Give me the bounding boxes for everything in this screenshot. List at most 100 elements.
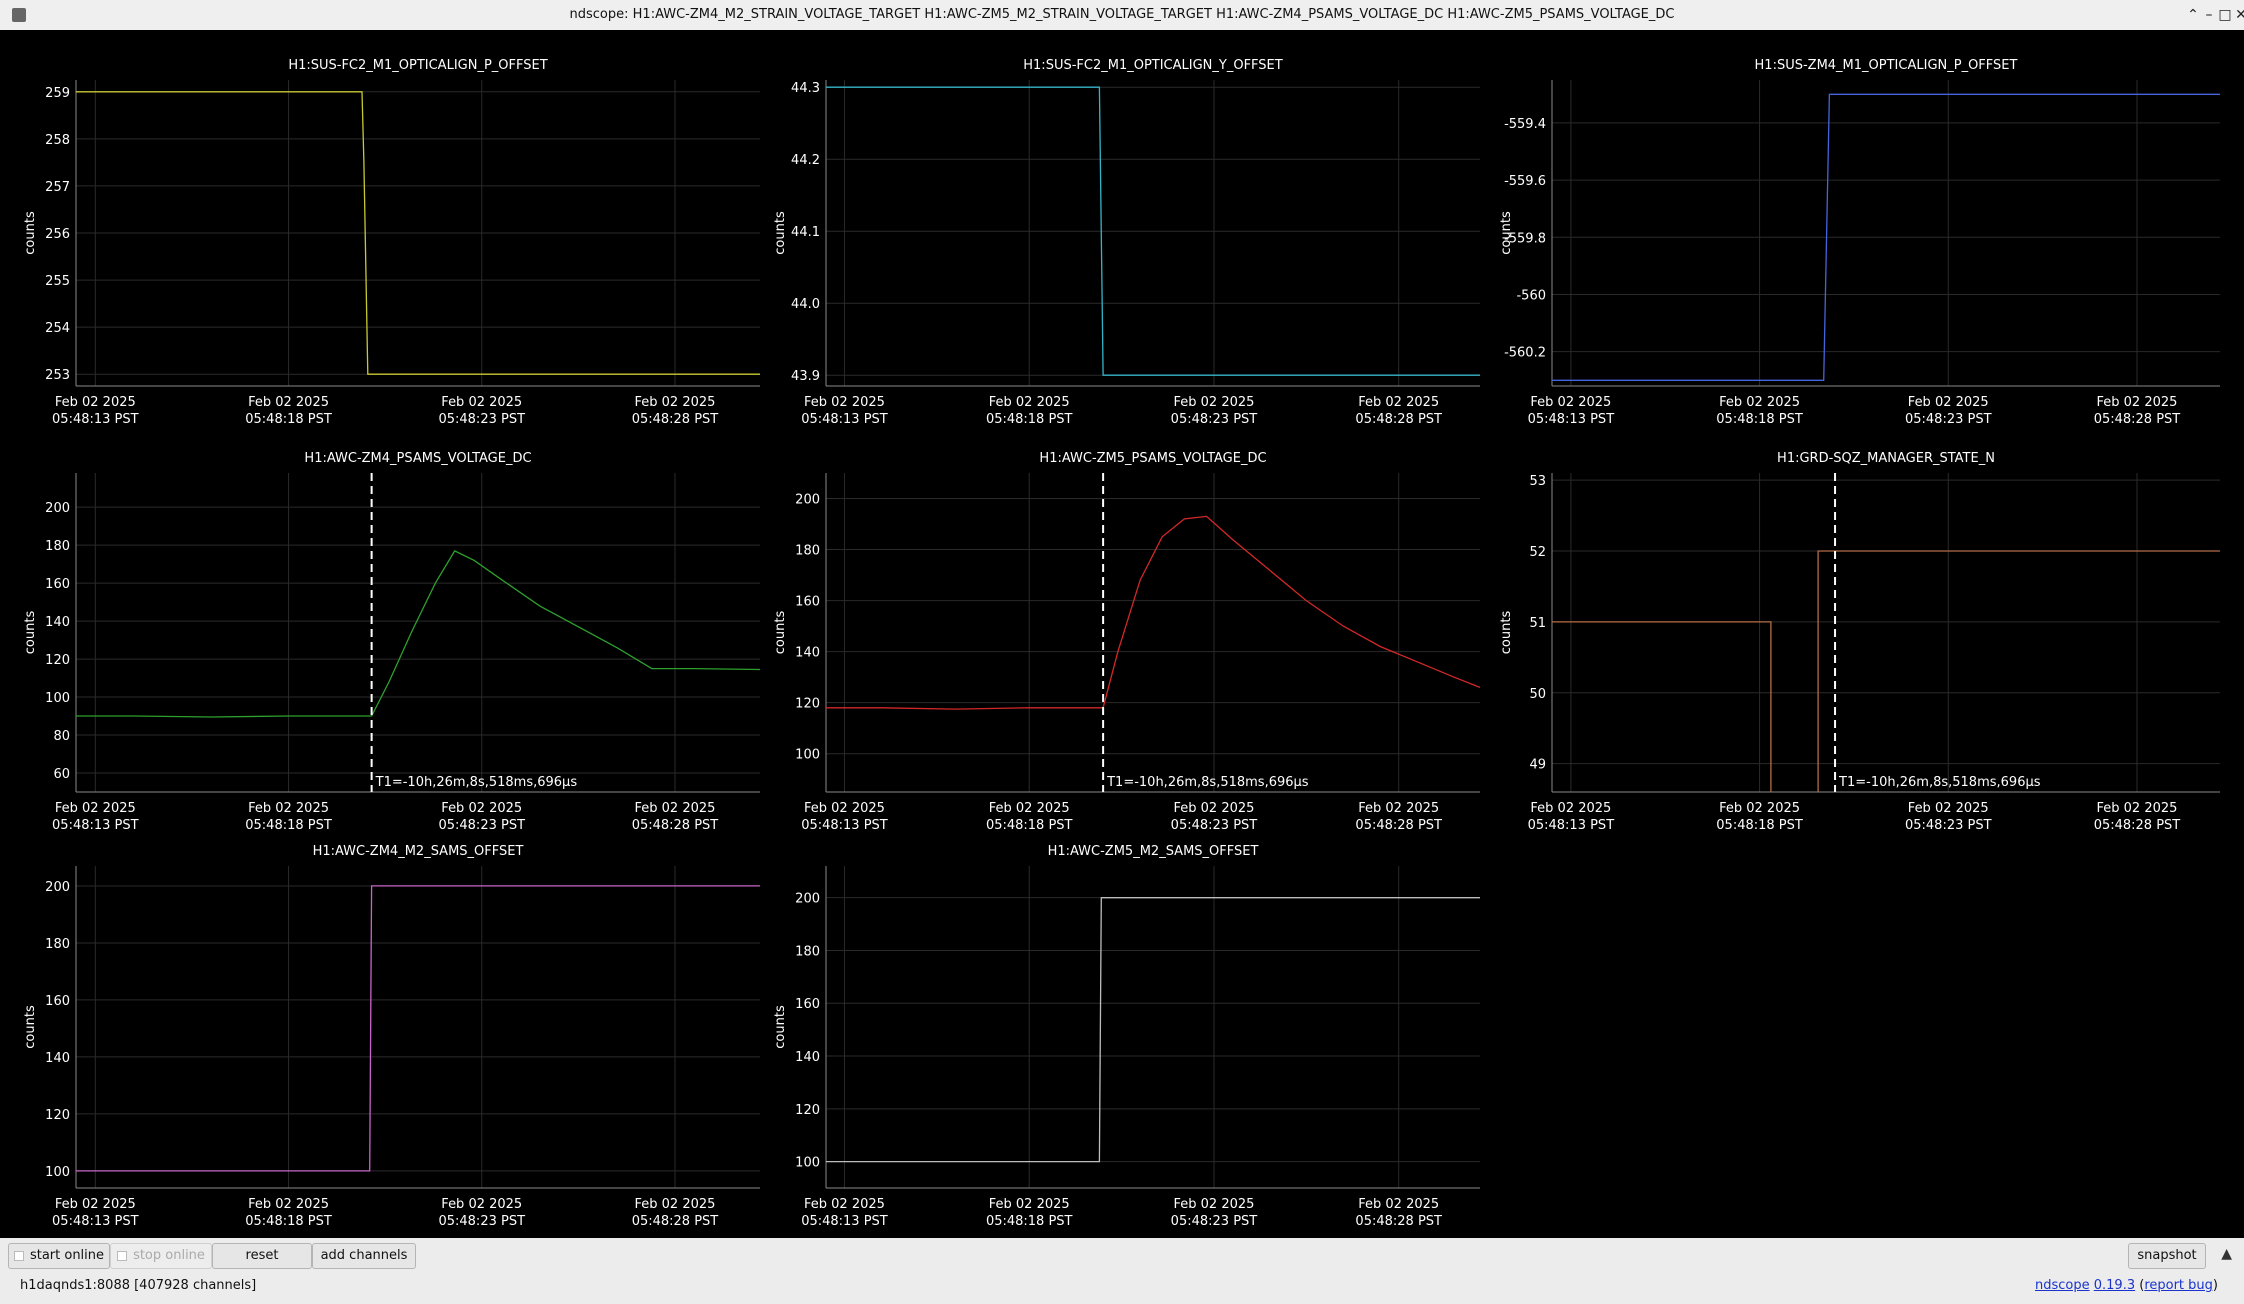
- plot-title: H1:GRD-SQZ_MANAGER_STATE_N: [1777, 451, 1995, 466]
- y-axis-label: counts: [23, 211, 38, 255]
- x-tick-date: Feb 02 2025: [1530, 395, 1611, 410]
- x-tick-date: Feb 02 2025: [1908, 801, 1989, 816]
- x-tick-date: Feb 02 2025: [989, 801, 1070, 816]
- cursor-label: T1=-10h,26m,8s,518ms,696μs: [1838, 775, 2041, 790]
- window-titlebar: ndscope: H1:AWC-ZM4_M2_STRAIN_VOLTAGE_TA…: [0, 0, 2244, 30]
- plot-panel[interactable]: H1:AWC-ZM5_M2_SAMS_OFFSET 100 120 140 160 180…: [773, 844, 1480, 1229]
- collapse-icon[interactable]: ▲: [2221, 1246, 2232, 1262]
- series-line: [76, 885, 760, 1172]
- plot-title: H1:AWC-ZM4_M2_SAMS_OFFSET: [313, 844, 524, 859]
- y-tick-label: 140: [795, 646, 820, 661]
- y-tick-label: 44.2: [791, 153, 820, 168]
- y-tick-label: 120: [795, 1103, 820, 1118]
- stop-online-button[interactable]: stop online: [110, 1243, 212, 1269]
- y-tick-label: 80: [53, 729, 70, 744]
- x-tick-time: 05:48:18 PST: [1716, 818, 1803, 833]
- plot-title: H1:SUS-ZM4_M1_OPTICALIGN_P_OFFSET: [1755, 58, 2018, 73]
- plot-panel[interactable]: H1:SUS-FC2_M1_OPTICALIGN_P_OFFSET 253 254 2…: [23, 58, 760, 427]
- y-tick-label: 100: [795, 748, 820, 763]
- x-tick-date: Feb 02 2025: [1719, 395, 1800, 410]
- plot-area[interactable]: H1:SUS-FC2_M1_OPTICALIGN_P_OFFSET 253 254 2…: [8, 30, 2236, 1238]
- x-tick-date: Feb 02 2025: [1358, 395, 1439, 410]
- plot-title: H1:AWC-ZM4_PSAMS_VOLTAGE_DC: [304, 451, 531, 466]
- x-tick-time: 05:48:13 PST: [1528, 412, 1615, 427]
- y-tick-label: 160: [45, 994, 70, 1009]
- x-tick-time: 05:48:18 PST: [986, 818, 1073, 833]
- y-tick-label: 140: [45, 615, 70, 630]
- y-tick-label: -559.6: [1504, 174, 1546, 189]
- window-close-button[interactable]: ✕: [2232, 6, 2244, 24]
- x-tick-time: 05:48:13 PST: [52, 818, 139, 833]
- x-tick-date: Feb 02 2025: [635, 1197, 716, 1212]
- plot-grid[interactable]: H1:SUS-FC2_M1_OPTICALIGN_P_OFFSET 253 254 2…: [8, 30, 2236, 1238]
- x-tick-time: 05:48:23 PST: [438, 1214, 525, 1229]
- y-tick-label: 257: [45, 180, 70, 195]
- y-tick-label: 258: [45, 133, 70, 148]
- plot-panel[interactable]: H1:SUS-FC2_M1_OPTICALIGN_Y_OFFSET 43.9 44.…: [773, 58, 1480, 427]
- x-tick-time: 05:48:13 PST: [52, 1214, 139, 1229]
- series-line: [1817, 550, 2220, 792]
- x-tick-time: 05:48:13 PST: [801, 1214, 888, 1229]
- y-tick-label: 140: [795, 1050, 820, 1065]
- series-line: [1552, 621, 1772, 792]
- x-tick-date: Feb 02 2025: [635, 801, 716, 816]
- x-tick-date: Feb 02 2025: [441, 801, 522, 816]
- y-tick-label: 120: [45, 653, 70, 668]
- y-tick-label: 160: [45, 577, 70, 592]
- y-tick-label: 255: [45, 274, 70, 289]
- plot-panel[interactable]: H1:AWC-ZM4_M2_SAMS_OFFSET 100 120 140 160 180…: [23, 844, 760, 1229]
- plot-panel[interactable]: H1:AWC-ZM4_PSAMS_VOLTAGE_DC 60 80 100 120 140…: [23, 451, 761, 833]
- window-title: ndscope: H1:AWC-ZM4_M2_STRAIN_VOLTAGE_TA…: [569, 7, 1675, 22]
- x-tick-date: Feb 02 2025: [989, 395, 1070, 410]
- y-tick-label: 43.9: [791, 369, 820, 384]
- version-link[interactable]: 0.19.3: [2094, 1278, 2135, 1293]
- report-bug-link[interactable]: report bug: [2144, 1278, 2213, 1293]
- x-tick-date: Feb 02 2025: [804, 1197, 885, 1212]
- x-tick-date: Feb 02 2025: [1358, 1197, 1439, 1212]
- x-tick-time: 05:48:18 PST: [986, 412, 1073, 427]
- y-tick-label: 259: [45, 86, 70, 101]
- y-tick-label: 120: [795, 697, 820, 712]
- snapshot-button[interactable]: snapshot: [2128, 1243, 2206, 1269]
- plot-panel[interactable]: H1:GRD-SQZ_MANAGER_STATE_N 49 50 51 52 53 Feb …: [1499, 451, 2220, 833]
- x-tick-time: 05:48:23 PST: [438, 818, 525, 833]
- y-tick-label: 180: [795, 544, 820, 559]
- ndscope-link[interactable]: ndscope: [2035, 1278, 2090, 1293]
- plot-panel[interactable]: H1:AWC-ZM5_PSAMS_VOLTAGE_DC 100 120 140 160 1…: [773, 451, 1481, 833]
- x-tick-date: Feb 02 2025: [989, 1197, 1070, 1212]
- x-tick-date: Feb 02 2025: [1358, 801, 1439, 816]
- y-tick-label: 140: [45, 1051, 70, 1066]
- y-tick-label: 200: [45, 880, 70, 895]
- add-channels-button[interactable]: add channels: [312, 1243, 416, 1269]
- x-tick-time: 05:48:23 PST: [438, 412, 525, 427]
- y-axis-label: counts: [23, 611, 38, 655]
- y-tick-label: 180: [45, 539, 70, 554]
- x-tick-time: 05:48:18 PST: [245, 412, 332, 427]
- series-line: [826, 515, 1481, 710]
- x-tick-date: Feb 02 2025: [441, 1197, 522, 1212]
- y-axis-label: counts: [773, 1005, 788, 1049]
- y-tick-label: 120: [45, 1108, 70, 1123]
- y-tick-label: 100: [45, 691, 70, 706]
- plot-panel[interactable]: H1:SUS-ZM4_M1_OPTICALIGN_P_OFFSET -560.2 -…: [1499, 58, 2220, 427]
- y-tick-label: 53: [1529, 474, 1546, 489]
- x-tick-time: 05:48:28 PST: [1355, 412, 1442, 427]
- x-tick-time: 05:48:28 PST: [2094, 818, 2181, 833]
- start-online-button[interactable]: start online: [8, 1243, 110, 1269]
- y-tick-label: 253: [45, 368, 70, 383]
- x-tick-time: 05:48:23 PST: [1171, 412, 1258, 427]
- version-info: ndscope 0.19.3 (report bug): [2034, 1278, 2218, 1293]
- y-axis-label: counts: [23, 1005, 38, 1049]
- x-tick-date: Feb 02 2025: [804, 395, 885, 410]
- reset-button[interactable]: reset: [212, 1243, 312, 1269]
- x-tick-date: Feb 02 2025: [1174, 1197, 1255, 1212]
- x-tick-date: Feb 02 2025: [1719, 801, 1800, 816]
- start-online-label: start online: [29, 1248, 105, 1263]
- play-icon: [13, 1250, 24, 1261]
- plot-title: H1:SUS-FC2_M1_OPTICALIGN_Y_OFFSET: [1023, 58, 1283, 73]
- x-tick-date: Feb 02 2025: [1174, 395, 1255, 410]
- x-tick-date: Feb 02 2025: [1530, 801, 1611, 816]
- cursor-label: T1=-10h,26m,8s,518ms,696μs: [375, 775, 578, 790]
- y-tick-label: 52: [1529, 545, 1546, 560]
- x-tick-time: 05:48:13 PST: [52, 412, 139, 427]
